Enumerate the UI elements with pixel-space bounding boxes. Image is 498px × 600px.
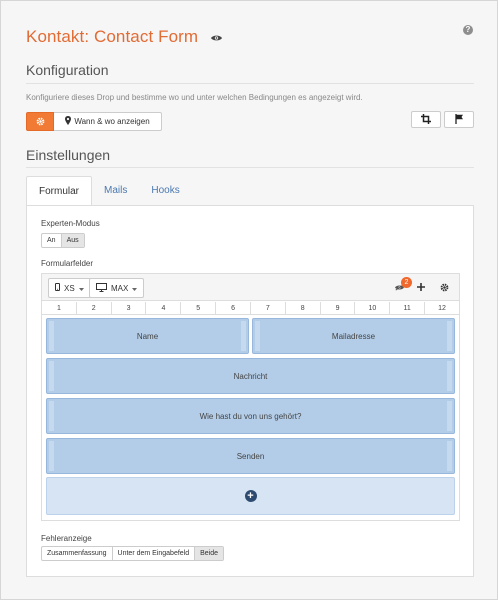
gear-button[interactable] — [26, 112, 54, 131]
when-where-label: Wann & wo anzeigen — [74, 117, 150, 126]
eye-icon[interactable] — [211, 29, 223, 47]
when-where-button[interactable]: Wann & wo anzeigen — [54, 112, 162, 131]
editor-gear-icon[interactable] — [439, 282, 449, 292]
add-field-plus-icon[interactable] — [416, 282, 426, 292]
field-source[interactable]: Wie hast du von uns gehört? — [46, 398, 455, 434]
caret-down-icon — [132, 284, 138, 293]
device-xs-dropdown[interactable]: XS — [48, 278, 91, 298]
expert-mode-on[interactable]: An — [42, 234, 61, 247]
grid-column-ruler: 1 2 3 4 5 6 7 8 9 10 11 12 — [42, 302, 459, 315]
error-display-summary[interactable]: Zusammenfassung — [42, 547, 112, 560]
konfiguration-description: Konfiguriere dieses Drop und bestimme wo… — [26, 93, 363, 102]
field-name[interactable]: Name — [46, 318, 249, 354]
ruler-column: 6 — [215, 302, 250, 314]
ruler-column: 8 — [284, 302, 320, 314]
add-field-area[interactable]: + — [46, 477, 455, 515]
tab-formular[interactable]: Formular — [26, 176, 93, 206]
expert-mode-toggle: An Aus — [41, 233, 85, 248]
field-mailadresse[interactable]: Mailadresse — [252, 318, 455, 354]
settings-tabs: Formular Mails Hooks — [26, 176, 192, 206]
tab-hooks[interactable]: Hooks — [139, 176, 191, 205]
field-nachricht[interactable]: Nachricht — [46, 358, 455, 394]
question-icon[interactable]: ? — [463, 25, 473, 35]
flag-button[interactable] — [444, 111, 474, 128]
desktop-icon — [96, 282, 107, 294]
einstellungen-heading: Einstellungen — [26, 147, 111, 163]
hidden-count-badge: 2 — [401, 277, 412, 288]
tab-mails[interactable]: Mails — [92, 176, 139, 205]
formular-tab-content: Experten-Modus An Aus Formularfelder XS — [26, 205, 474, 577]
error-display-label: Fehleranzeige — [41, 534, 92, 543]
ruler-column: 7 — [249, 302, 285, 314]
expert-mode-off[interactable]: Aus — [60, 234, 84, 247]
ruler-column: 4 — [145, 302, 180, 314]
plus-circle-icon[interactable]: + — [244, 490, 257, 502]
caret-down-icon — [78, 284, 84, 293]
form-layout-editor: XS MAX 2 1 2 3 4 5 6 7 8 9 10 11 12 Name… — [41, 273, 460, 521]
editor-toolbar: XS MAX 2 — [42, 274, 459, 301]
settings-panel: Formular Mails Hooks Experten-Modus An A… — [26, 176, 474, 577]
crop-icon — [421, 111, 431, 129]
ruler-column: 3 — [110, 302, 146, 314]
ruler-column: 1 — [56, 305, 61, 312]
page-title: Kontakt: Contact Form — [26, 27, 199, 46]
form-fields-label: Formularfelder — [41, 259, 94, 268]
device-max-label: MAX — [111, 283, 129, 293]
gear-icon — [36, 113, 45, 131]
drop-settings-page: ? Kontakt: Contact Form Konfiguration Ko… — [0, 0, 498, 600]
ruler-column: 2 — [75, 302, 111, 314]
ruler-column: 11 — [389, 302, 424, 314]
field-senden[interactable]: Senden — [46, 438, 455, 474]
ruler-column: 5 — [180, 302, 215, 314]
error-display-toggle: Zusammenfassung Unter dem Eingabefeld Be… — [41, 546, 225, 561]
expert-mode-label: Experten-Modus — [41, 219, 100, 228]
device-xs-label: XS — [64, 283, 75, 293]
flag-icon — [454, 111, 464, 129]
error-display-inline[interactable]: Unter dem Eingabefeld — [111, 547, 195, 560]
ruler-column: 10 — [354, 302, 389, 314]
page-header: Kontakt: Contact Form — [26, 27, 223, 47]
divider — [26, 83, 474, 84]
ruler-column: 12 — [424, 302, 459, 314]
crop-button[interactable] — [411, 111, 441, 128]
error-display-both[interactable]: Beide — [194, 547, 224, 560]
mobile-icon — [55, 283, 60, 293]
konfiguration-heading: Konfiguration — [26, 62, 109, 78]
ruler-column: 9 — [319, 302, 355, 314]
divider — [26, 167, 474, 168]
map-marker-icon — [65, 116, 72, 127]
device-max-dropdown[interactable]: MAX — [89, 278, 145, 298]
